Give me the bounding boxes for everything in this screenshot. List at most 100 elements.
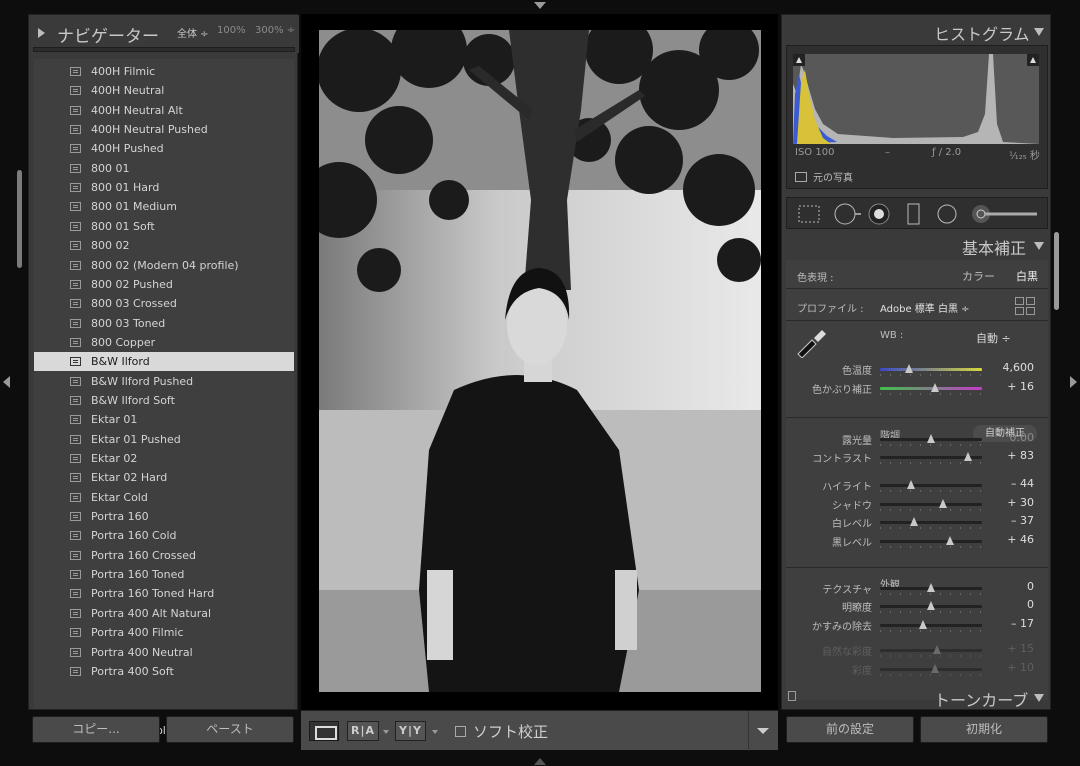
preset-item[interactable]: 800 02 Pushed	[34, 275, 294, 294]
preset-item[interactable]: Portra 160	[34, 507, 294, 526]
slider-handle[interactable]	[931, 664, 940, 673]
loupe-view-button[interactable]	[309, 721, 339, 741]
slider-value[interactable]: 0	[994, 580, 1034, 593]
previous-settings-button[interactable]: 前の設定	[786, 716, 914, 743]
slider-value[interactable]: 4,600	[994, 361, 1035, 374]
right-panel-scrollbar[interactable]	[1054, 232, 1059, 310]
preset-item[interactable]: Ektar Cold	[34, 488, 294, 507]
soft-proof-checkbox[interactable]	[455, 726, 466, 737]
filmstrip-toggle-icon[interactable]	[534, 758, 546, 765]
treatment-bw-option[interactable]: 白黒	[1016, 268, 1038, 284]
slider-track[interactable]	[880, 517, 982, 529]
slider-track[interactable]	[880, 536, 982, 548]
panel-switch-icon[interactable]	[788, 691, 796, 701]
preset-item[interactable]: 800 01 Soft	[34, 217, 294, 236]
slider-value[interactable]: + 30	[994, 496, 1034, 509]
slider-track[interactable]	[880, 664, 982, 676]
slider-handle[interactable]	[918, 620, 927, 629]
slider-value[interactable]: 0	[994, 598, 1034, 611]
before-after-lr-button[interactable]: R|A	[347, 721, 380, 741]
left-panel-toggle-icon[interactable]	[3, 376, 10, 388]
basic-panel-title[interactable]: 基本補正	[962, 235, 1026, 259]
zoom-fit-option[interactable]: 全体 ÷	[177, 25, 209, 40]
wb-eyedropper-icon[interactable]	[794, 324, 828, 358]
treatment-color-option[interactable]: カラー	[962, 268, 995, 284]
preset-item[interactable]: Portra 160 Toned	[34, 565, 294, 584]
slider-handle[interactable]	[904, 364, 913, 373]
slider-track[interactable]	[880, 583, 982, 595]
preset-item[interactable]: 400H Filmic	[34, 62, 294, 81]
top-panel-toggle-icon[interactable]	[534, 2, 546, 9]
preset-item[interactable]: 800 02	[34, 236, 294, 255]
slider-value[interactable]: + 16	[994, 380, 1034, 393]
preset-item[interactable]: Portra 400 Soft	[34, 662, 294, 681]
tone-curve-title[interactable]: トーンカーブ	[934, 687, 1028, 711]
preset-item[interactable]: B&W Ilford	[34, 352, 294, 372]
right-panel-toggle-icon[interactable]	[1070, 376, 1077, 388]
slider-handle[interactable]	[927, 583, 935, 592]
slider-value[interactable]: – 44	[994, 477, 1034, 490]
chevron-down-icon[interactable]	[383, 730, 389, 734]
preset-item[interactable]: B&W Ilford Soft	[34, 391, 294, 410]
profile-browser-icon[interactable]	[1015, 297, 1035, 315]
toolbar-menu-button[interactable]	[748, 711, 778, 751]
slider-handle[interactable]	[933, 645, 942, 654]
preset-item[interactable]: 400H Neutral	[34, 81, 294, 100]
slider-track[interactable]	[880, 452, 982, 464]
slider-track[interactable]	[880, 499, 982, 511]
slider-track[interactable]	[880, 383, 982, 395]
wb-dropdown[interactable]: 自動 ÷	[976, 330, 1011, 346]
slider-value[interactable]: + 10	[994, 661, 1034, 674]
preset-item[interactable]: Portra 160 Cold	[34, 526, 294, 545]
preset-item[interactable]: 800 03 Crossed	[34, 294, 294, 313]
preset-item[interactable]: Portra 400 Alt Natural	[34, 604, 294, 623]
slider-handle[interactable]	[931, 383, 940, 392]
slider-value[interactable]: + 83	[994, 449, 1034, 462]
preset-item[interactable]: Portra 160 Toned Hard	[34, 584, 294, 603]
slider-handle[interactable]	[927, 434, 935, 443]
slider-handle[interactable]	[909, 517, 918, 526]
preset-item[interactable]: 400H Neutral Alt	[34, 101, 294, 120]
reset-button[interactable]: 初期化	[920, 716, 1048, 743]
preset-item[interactable]: 800 01 Hard	[34, 178, 294, 197]
slider-handle[interactable]	[946, 536, 955, 545]
preset-item[interactable]: Ektar 02 Hard	[34, 468, 294, 487]
preset-item[interactable]: 800 02 (Modern 04 profile)	[34, 256, 294, 275]
preset-item[interactable]: 400H Pushed	[34, 139, 294, 158]
histogram-title[interactable]: ヒストグラム	[934, 21, 1030, 45]
preset-item[interactable]: Ektar 01 Pushed	[34, 430, 294, 449]
chevron-down-icon[interactable]	[432, 730, 438, 734]
preset-item[interactable]: Portra 400 Filmic	[34, 623, 294, 642]
slider-value[interactable]: 0.00	[994, 431, 1035, 444]
original-photo-checkbox[interactable]: 元の写真	[795, 169, 853, 184]
left-panel-scrollbar[interactable]	[17, 170, 22, 268]
slider-track[interactable]	[880, 601, 982, 613]
slider-handle[interactable]	[939, 499, 948, 508]
profile-dropdown[interactable]: Adobe 標準 白黒 ÷	[880, 300, 970, 315]
slider-track[interactable]	[880, 620, 982, 632]
collapse-triangle-icon[interactable]	[1034, 28, 1044, 36]
copy-button[interactable]: コピー...	[32, 716, 160, 743]
collapse-triangle-icon[interactable]	[38, 28, 45, 38]
slider-handle[interactable]	[963, 452, 972, 461]
navigator-header[interactable]: ナビゲーター 全体 ÷ 100% 300% ÷	[29, 15, 299, 53]
preset-item[interactable]: 400H Neutral Pushed	[34, 120, 294, 139]
slider-track[interactable]	[880, 364, 982, 376]
paste-button[interactable]: ペースト	[166, 716, 294, 743]
preset-item[interactable]: 800 03 Toned	[34, 314, 294, 333]
zoom-100-option[interactable]: 100%	[217, 25, 246, 36]
histogram-graph[interactable]	[793, 54, 1039, 144]
before-after-tb-button[interactable]: Y|Y	[395, 721, 426, 741]
collapse-triangle-icon[interactable]	[1034, 694, 1044, 702]
zoom-300-option[interactable]: 300% ÷	[255, 25, 295, 36]
preset-item[interactable]: 800 01 Medium	[34, 197, 294, 216]
slider-track[interactable]	[880, 480, 982, 492]
slider-value[interactable]: – 37	[994, 514, 1034, 527]
slider-track[interactable]	[880, 645, 982, 657]
slider-value[interactable]: + 15	[994, 642, 1034, 655]
collapse-triangle-icon[interactable]	[1034, 242, 1044, 250]
preset-item[interactable]: B&W Ilford Pushed	[34, 372, 294, 391]
preset-item[interactable]: Portra 160 Crossed	[34, 546, 294, 565]
slider-value[interactable]: – 17	[994, 617, 1034, 630]
preset-item[interactable]: 800 01	[34, 159, 294, 178]
